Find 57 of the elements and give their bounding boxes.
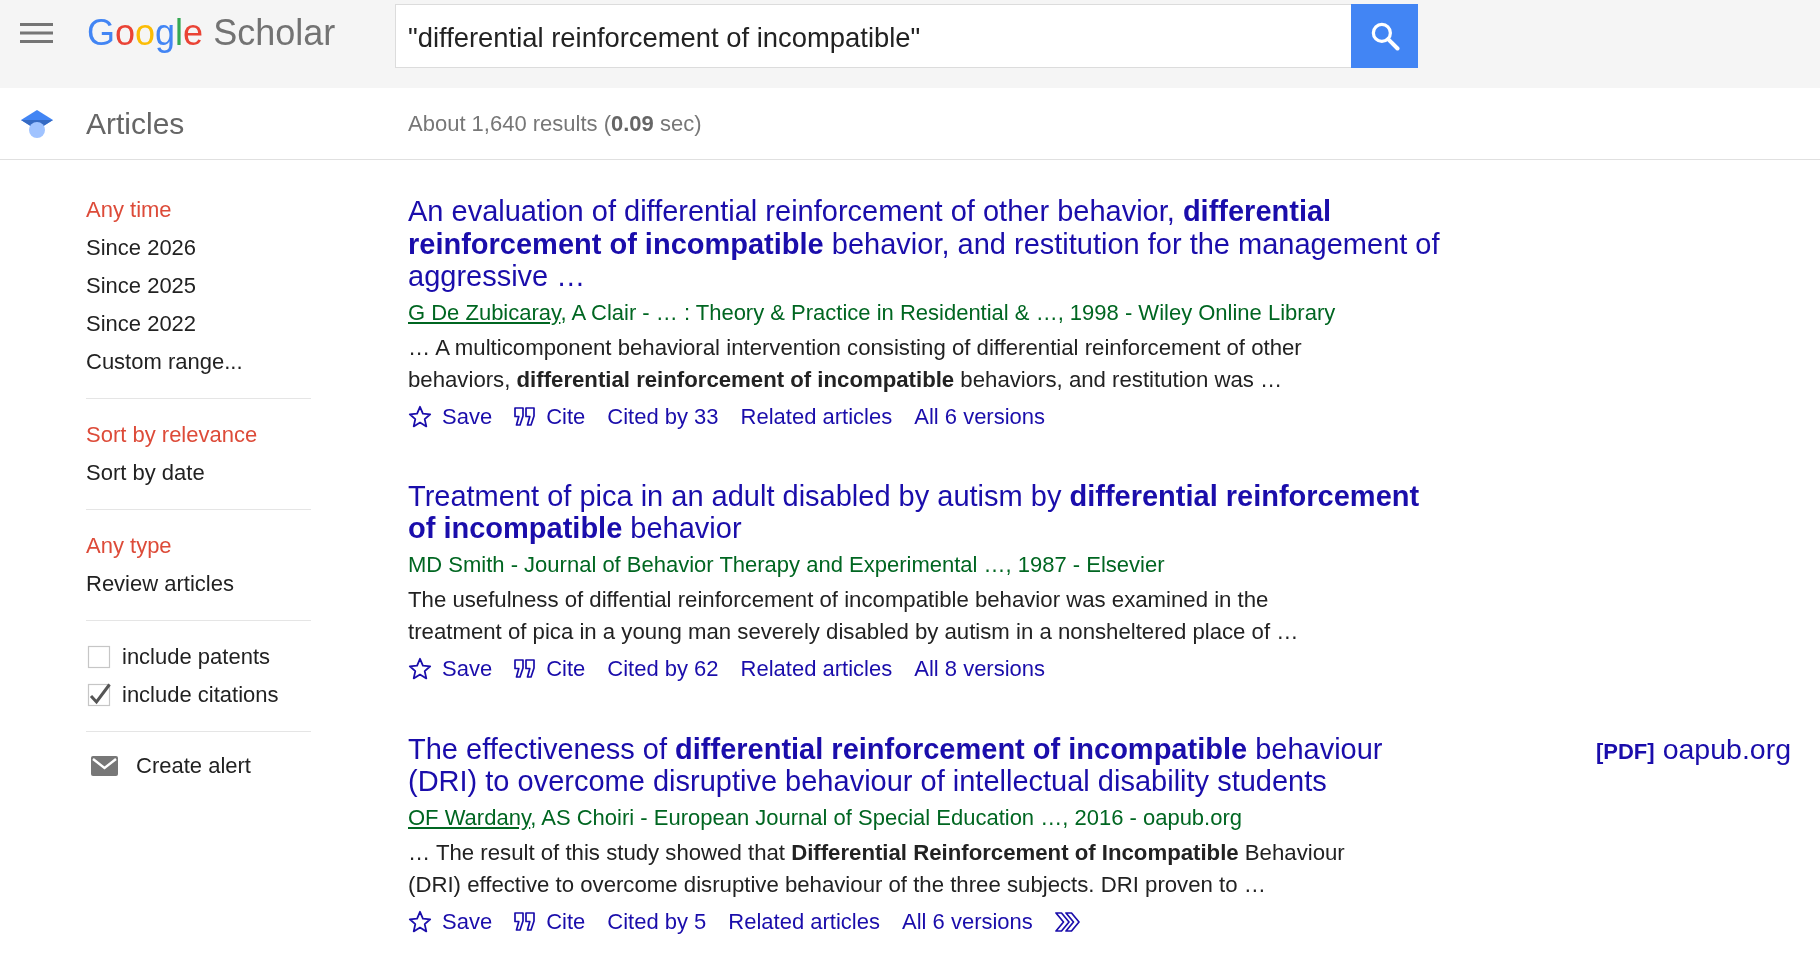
versions-link[interactable]: All 6 versions <box>914 400 1046 433</box>
result-snippet: … The result of this study showed that Differential Reinforcement of Incompatible Behaviour (DRI) effective to overcome disruptive behaviour of the three subjects. DRI proven to … <box>408 838 1346 899</box>
results-summary: About 1,640 results (0.09 sec) <box>408 110 702 137</box>
cite-button[interactable]: Cite <box>514 652 586 685</box>
result-snippet: … A multicomponent behavioral intervention consisting of differential reinforcement of other behaviors, differential reinforcement of incompatible behaviors, and restitution was … <box>408 333 1303 394</box>
filter-option[interactable]: Review articles <box>86 565 234 603</box>
checkbox-label[interactable]: include citations <box>122 682 279 708</box>
filter-option[interactable]: Since 2022 <box>86 305 197 343</box>
author-link[interactable]: OF Wardany <box>408 804 531 830</box>
checkbox-label[interactable]: include patents <box>122 644 270 670</box>
double-chevron-icon[interactable] <box>1054 911 1081 932</box>
related-articles-link[interactable]: Related articles <box>728 905 880 938</box>
related-articles-link[interactable]: Related articles <box>740 400 893 433</box>
author-link[interactable]: G De Zubicaray <box>408 299 561 325</box>
search-button[interactable] <box>1351 4 1418 68</box>
star-icon <box>408 909 432 934</box>
star-icon <box>408 656 432 681</box>
search-icon <box>1369 21 1400 51</box>
filter-option[interactable]: Since 2026 <box>86 229 197 267</box>
save-button[interactable]: Save <box>408 400 493 433</box>
publication-info: OF Wardany, AS Choiri - European Journal of Special Education …, 2016 - oapub.org <box>408 803 1244 832</box>
publication-info: G De Zubicaray, A Clair - … : Theory & Practice in Residential & …, 1998 - Wiley Online Library <box>408 298 1337 327</box>
result-title-link[interactable]: Treatment of pica in an adult disabled by autism by differential reinforcement of incompatible behavior <box>408 479 1448 545</box>
quote-icon <box>514 406 537 427</box>
filter-option[interactable]: Sort by date <box>86 454 205 492</box>
result-title-link[interactable]: An evaluation of differential reinforcement of other behavior, differential reinforcement of incompatible behavior, and restitution for the management of aggressive … <box>408 195 1448 293</box>
quote-icon <box>514 658 537 679</box>
save-button[interactable]: Save <box>408 652 493 685</box>
cited-by-link[interactable]: Cited by 33 <box>607 400 719 433</box>
filter-option[interactable]: Any type <box>86 527 172 565</box>
checkbox[interactable] <box>87 645 111 669</box>
star-icon <box>408 404 432 429</box>
section-title: Articles <box>86 106 185 141</box>
menu-icon[interactable] <box>20 23 53 43</box>
envelope-icon <box>91 756 118 776</box>
cite-button[interactable]: Cite <box>514 905 586 938</box>
cited-by-link[interactable]: Cited by 5 <box>607 905 707 938</box>
quote-icon <box>514 911 537 932</box>
pdf-link[interactable]: [PDF] oapub.org <box>1595 732 1791 768</box>
result-title-link[interactable]: The effectiveness of differential reinforcement of incompatible behaviour (DRI) to overcome disruptive behaviour of intellectual disability students <box>408 732 1448 798</box>
related-articles-link[interactable]: Related articles <box>740 652 893 685</box>
versions-link[interactable]: All 6 versions <box>902 905 1033 938</box>
cite-button[interactable]: Cite <box>514 400 586 433</box>
versions-link[interactable]: All 8 versions <box>914 652 1046 685</box>
checkbox[interactable] <box>87 683 111 707</box>
filter-option[interactable]: Any time <box>86 191 172 229</box>
create-alert-link[interactable]: Create alert <box>86 747 251 785</box>
result-snippet: The usefulness of diffential reinforcement of incompatible behavior was examined in the treatment of pica in a young man severely disabled by autism in a nonsheltered place of … <box>408 585 1300 646</box>
filter-option[interactable]: Since 2025 <box>86 267 197 305</box>
cited-by-link[interactable]: Cited by 62 <box>607 652 719 685</box>
search-field[interactable]: "differential reinforcement of incompatible" <box>395 4 1351 68</box>
publication-info: MD Smith - Journal of Behavior Therapy and Experimental …, 1987 - Elsevier <box>408 550 1166 579</box>
google-scholar-logo[interactable]: Google Scholar <box>87 11 336 55</box>
save-button[interactable]: Save <box>408 905 493 938</box>
graduation-cap-icon[interactable] <box>21 108 53 139</box>
filter-option[interactable]: Custom range... <box>86 343 243 381</box>
filter-option[interactable]: Sort by relevance <box>86 416 258 454</box>
